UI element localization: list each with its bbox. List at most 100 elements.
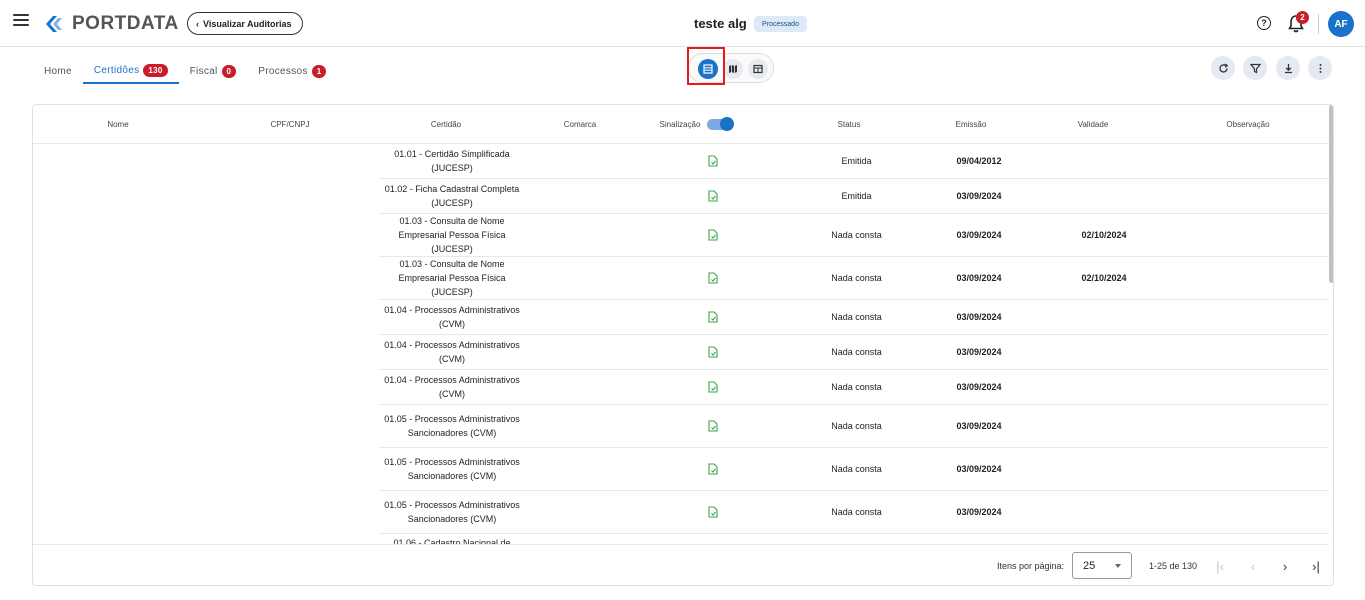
- column-header-comarca[interactable]: Comarca: [564, 120, 596, 129]
- sinalizacao-cell: [702, 179, 724, 213]
- cell-certidao: 01.05 - Processos Administrativos Sancio…: [384, 500, 520, 524]
- vertical-scrollbar[interactable]: [1329, 105, 1333, 283]
- page-size-select[interactable]: 25: [1072, 552, 1132, 579]
- tab-fiscal[interactable]: Fiscal 0: [179, 58, 248, 84]
- cell-emissao: 03/09/2024: [956, 464, 1002, 474]
- next-page-button[interactable]: ›: [1275, 556, 1295, 576]
- tab-label: Home: [44, 65, 72, 77]
- sinalizacao-cell: [702, 405, 724, 447]
- cell-certidao: 01.01 - Certidão Simplificada (JUCESP): [394, 149, 510, 173]
- table-row[interactable]: 01.03 - Consulta de Nome Empresarial Pes…: [379, 214, 1329, 257]
- cell-certidao: 01.04 - Processos Administrativos (CVM): [384, 375, 520, 399]
- cell-emissao: 03/09/2024: [956, 347, 1002, 357]
- refresh-icon: [1218, 62, 1228, 73]
- column-header-sinalizacao[interactable]: Sinalização: [660, 120, 701, 129]
- chevron-left-icon: ‹: [196, 18, 199, 29]
- document-check-icon[interactable]: [708, 420, 718, 432]
- items-per-page-label: Itens por página:: [997, 561, 1065, 571]
- cell-emissao: 03/09/2024: [956, 191, 1002, 201]
- column-header-certidao[interactable]: Certidão: [431, 120, 461, 129]
- download-button[interactable]: [1276, 56, 1300, 80]
- column-header-emissao[interactable]: Emissão: [956, 120, 987, 129]
- download-icon: [1284, 63, 1292, 73]
- paginator: Itens por página: 25 1-25 de 130 |‹ ‹ › …: [33, 544, 1329, 585]
- cell-validade: 02/10/2024: [1081, 230, 1127, 240]
- column-header-nome[interactable]: Nome: [107, 120, 128, 129]
- page-range: 1-25 de 130: [1149, 561, 1198, 571]
- column-header-status[interactable]: Status: [838, 120, 861, 129]
- document-check-icon[interactable]: [708, 229, 718, 241]
- cell-emissao: 03/09/2024: [956, 382, 1002, 392]
- table-row[interactable]: 01.05 - Processos Administrativos Sancio…: [379, 491, 1329, 534]
- cell-validade: [1049, 300, 1159, 334]
- table-row[interactable]: 01.02 - Ficha Cadastral Completa (JUCESP…: [379, 179, 1329, 214]
- map-view-button[interactable]: [723, 59, 743, 79]
- tab-processos[interactable]: Processos 1: [247, 58, 337, 84]
- sinalizacao-cell: [702, 214, 724, 256]
- column-header-validade[interactable]: Validade: [1078, 120, 1109, 129]
- dropdown-caret-icon: [1115, 564, 1121, 568]
- document-check-icon[interactable]: [708, 506, 718, 518]
- table-view-button[interactable]: [748, 59, 768, 79]
- top-bar: PORTDATA ‹ Visualizar Auditorias teste a…: [0, 0, 1365, 47]
- visualizar-auditorias-button[interactable]: ‹ Visualizar Auditorias: [187, 12, 303, 35]
- more-options-button[interactable]: [1308, 56, 1332, 80]
- last-page-button[interactable]: ›|: [1306, 556, 1326, 576]
- table-row[interactable]: 01.04 - Processos Administrativos (CVM) N…: [379, 335, 1329, 370]
- cell-emissao: 03/09/2024: [956, 230, 1002, 240]
- cell-status: Emitida: [841, 191, 872, 201]
- sinalizacao-cell: [702, 370, 724, 404]
- logo-text: PORTDATA: [72, 13, 179, 34]
- document-check-icon[interactable]: [708, 381, 718, 393]
- document-check-icon[interactable]: [708, 272, 718, 284]
- help-icon[interactable]: ?: [1257, 16, 1271, 30]
- cell-status: Nada consta: [831, 273, 882, 283]
- filter-button[interactable]: [1243, 56, 1267, 80]
- more-vert-icon: [1319, 63, 1321, 73]
- document-check-icon[interactable]: [708, 311, 718, 323]
- page-size-value: 25: [1083, 559, 1096, 572]
- cell-validade: [1049, 144, 1159, 178]
- refresh-button[interactable]: [1211, 56, 1235, 80]
- count-badge: 0: [221, 64, 237, 78]
- document-check-icon[interactable]: [708, 463, 718, 475]
- column-header-observacao[interactable]: Observação: [1226, 120, 1269, 129]
- previous-page-button[interactable]: ‹: [1243, 556, 1263, 576]
- menu-icon[interactable]: [13, 14, 29, 28]
- cell-validade: [1049, 448, 1159, 490]
- cell-certidao: 01.04 - Processos Administrativos (CVM): [384, 340, 520, 364]
- document-check-icon[interactable]: [708, 346, 718, 358]
- cell-certidao: 01.06 - Cadastro Nacional de: [393, 538, 511, 544]
- document-check-icon[interactable]: [708, 155, 718, 167]
- table-row[interactable]: 01.05 - Processos Administrativos Sancio…: [379, 448, 1329, 491]
- document-check-icon[interactable]: [708, 190, 718, 202]
- cell-status: Nada consta: [831, 347, 882, 357]
- sinalizacao-cell: [702, 448, 724, 490]
- sinalizacao-toggle[interactable]: [707, 117, 734, 131]
- table-row[interactable]: 01.04 - Processos Administrativos (CVM) N…: [379, 370, 1329, 405]
- tab-certidoes[interactable]: Certidões 130: [82, 58, 179, 84]
- table-row[interactable]: 01.01 - Certidão Simplificada (JUCESP) Em…: [379, 144, 1329, 179]
- table-header: Nome CPF/CNPJ Certidão Comarca Sinalizaç…: [33, 105, 1329, 144]
- cell-emissao: 09/04/2012: [956, 156, 1002, 166]
- cell-status: Nada consta: [831, 230, 882, 240]
- cell-certidao: 01.04 - Processos Administrativos (CVM): [384, 305, 520, 329]
- cell-emissao: 03/09/2024: [956, 421, 1002, 431]
- divider: [1318, 14, 1319, 34]
- avatar[interactable]: AF: [1328, 11, 1354, 37]
- map-icon: [729, 65, 737, 73]
- table-row[interactable]: 01.03 - Consulta de Nome Empresarial Pes…: [379, 257, 1329, 300]
- cell-status: Emitida: [841, 156, 872, 166]
- sinalizacao-cell: [702, 300, 724, 334]
- cell-validade: [1049, 179, 1159, 213]
- logo: PORTDATA: [44, 12, 179, 36]
- sinalizacao-cell: [702, 257, 724, 299]
- tab-home[interactable]: Home: [33, 58, 83, 84]
- first-page-button[interactable]: |‹: [1210, 556, 1230, 576]
- table-row[interactable]: 01.06 - Cadastro Nacional de: [379, 534, 1329, 544]
- table-row[interactable]: 01.05 - Processos Administrativos Sancio…: [379, 405, 1329, 448]
- cell-validade: [1049, 335, 1159, 369]
- table-row[interactable]: 01.04 - Processos Administrativos (CVM) N…: [379, 300, 1329, 335]
- column-header-cpf-cnpj[interactable]: CPF/CNPJ: [270, 120, 309, 129]
- tab-label: Fiscal: [189, 65, 218, 77]
